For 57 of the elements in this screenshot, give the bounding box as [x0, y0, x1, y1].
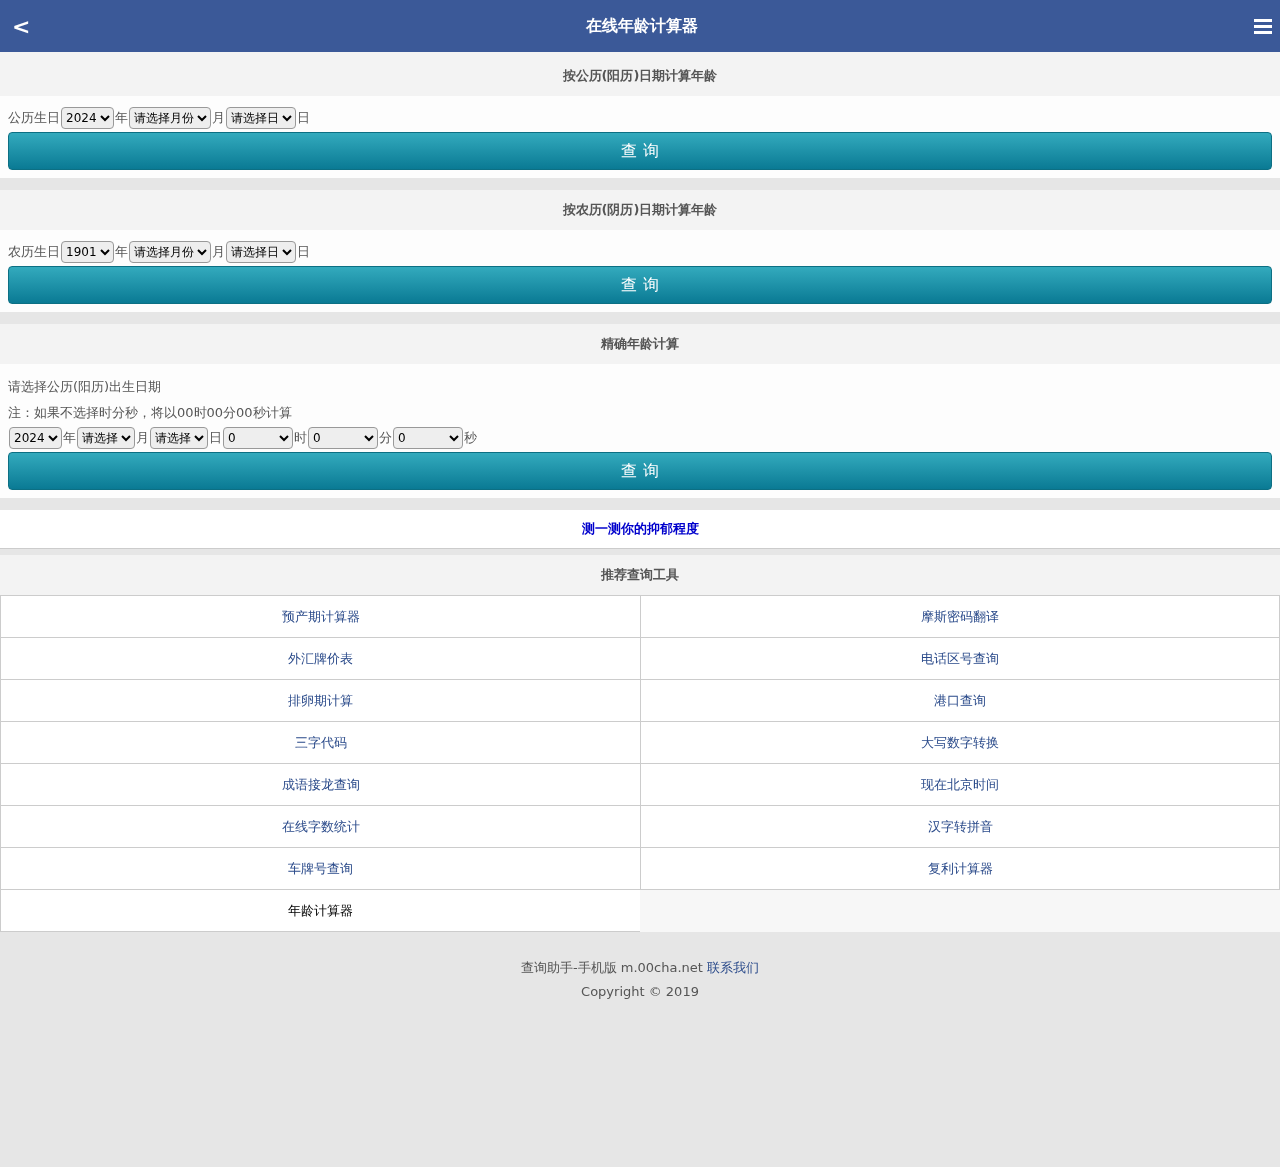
- tool-link[interactable]: 复利计算器: [640, 848, 1280, 890]
- tool-link[interactable]: 年龄计算器: [0, 890, 640, 932]
- dropdown-select[interactable]: 请选择日: [226, 241, 296, 263]
- note-text: 请选择公历(阳历)出生日期: [8, 378, 163, 396]
- tool-link[interactable]: 汉字转拼音: [640, 806, 1280, 848]
- menu-icon[interactable]: [1254, 18, 1272, 34]
- tool-link[interactable]: 车牌号查询: [0, 848, 640, 890]
- note-text: 注：如果不选择时分秒，将以00时00分00秒计算: [8, 404, 293, 422]
- field-label: 公历生日: [8, 109, 60, 127]
- section-title: 按公历(阳历)日期计算年龄: [0, 56, 1280, 96]
- back-link[interactable]: <: [12, 13, 31, 39]
- query-button[interactable]: 查 询: [8, 132, 1272, 170]
- contact-link[interactable]: 联系我们: [707, 960, 760, 975]
- tool-link[interactable]: 现在北京时间: [640, 764, 1280, 806]
- field-label: 农历生日: [8, 243, 60, 261]
- field-label: 月: [136, 429, 149, 447]
- section-title: 推荐查询工具: [0, 555, 1280, 595]
- dropdown-select[interactable]: 请选择: [150, 427, 208, 449]
- dropdown-select[interactable]: 0: [223, 427, 293, 449]
- field-label: 日: [209, 429, 222, 447]
- tool-link[interactable]: 大写数字转换: [640, 722, 1280, 764]
- promo-link[interactable]: 测一测你的抑郁程度: [581, 520, 699, 538]
- field-label: 日: [297, 243, 310, 261]
- tool-link[interactable]: 外汇牌价表: [0, 638, 640, 680]
- copyright-text: Copyright © 2019: [581, 984, 699, 999]
- field-label: 月: [212, 243, 225, 261]
- section-title: 精确年龄计算: [0, 324, 1280, 364]
- dropdown-select[interactable]: 请选择月份: [129, 241, 211, 263]
- dropdown-select[interactable]: 0: [308, 427, 378, 449]
- dropdown-select[interactable]: 请选择: [77, 427, 135, 449]
- field-label: 年: [115, 243, 128, 261]
- query-button[interactable]: 查 询: [8, 452, 1272, 490]
- dropdown-select[interactable]: 0: [393, 427, 463, 449]
- section-title: 按农历(阴历)日期计算年龄: [0, 190, 1280, 230]
- page-title: 在线年龄计算器: [586, 15, 699, 37]
- dropdown-select[interactable]: 请选择日: [226, 107, 296, 129]
- dropdown-select[interactable]: 请选择月份: [129, 107, 211, 129]
- query-button[interactable]: 查 询: [8, 266, 1272, 304]
- tool-link[interactable]: 港口查询: [640, 680, 1280, 722]
- tool-link[interactable]: 排卵期计算: [0, 680, 640, 722]
- field-label: 年: [63, 429, 76, 447]
- field-label: 分: [379, 429, 392, 447]
- tool-link[interactable]: 预产期计算器: [0, 596, 640, 638]
- dropdown-select[interactable]: 2024: [61, 107, 114, 129]
- field-label: 秒: [464, 429, 477, 447]
- tool-link[interactable]: 三字代码: [0, 722, 640, 764]
- field-label: 月: [212, 109, 225, 127]
- dropdown-select[interactable]: 1901: [61, 241, 114, 263]
- tool-link[interactable]: 电话区号查询: [640, 638, 1280, 680]
- footer-text: 查询助手-手机版 m.00cha.net: [520, 960, 703, 975]
- field-label: 年: [115, 109, 128, 127]
- dropdown-select[interactable]: 2024: [9, 427, 62, 449]
- tool-link[interactable]: 成语接龙查询: [0, 764, 640, 806]
- tool-link[interactable]: 摩斯密码翻译: [640, 596, 1280, 638]
- field-label: 时: [294, 429, 307, 447]
- field-label: 日: [297, 109, 310, 127]
- tool-link[interactable]: 在线字数统计: [0, 806, 640, 848]
